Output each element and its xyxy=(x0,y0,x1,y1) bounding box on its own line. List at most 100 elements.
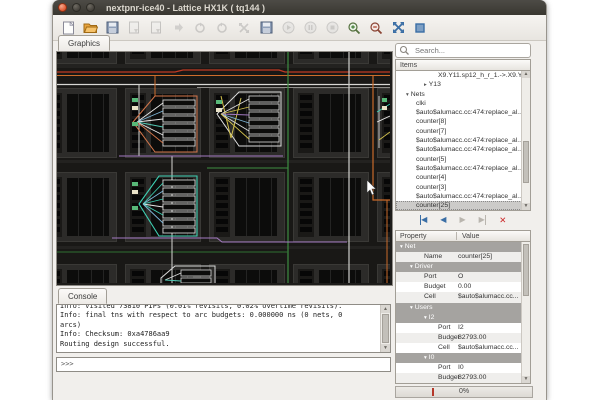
items-panel-header: Items xyxy=(395,59,531,71)
scroll-up-icon[interactable]: ▲ xyxy=(381,305,390,313)
export-image-button[interactable] xyxy=(148,20,164,36)
save-routing-button[interactable] xyxy=(258,20,274,36)
column-divider[interactable] xyxy=(456,232,457,240)
fpga-canvas[interactable] xyxy=(56,51,393,286)
property-group-row[interactable]: ▾I0 xyxy=(396,353,530,363)
chevron-down-icon[interactable]: ▾ xyxy=(406,92,409,98)
title-bar[interactable]: nextpnr-ice40 - Lattice HX1K ( tq144 ) xyxy=(53,0,546,15)
chevron-right-icon[interactable]: ▸ xyxy=(424,82,427,88)
zoom-selection-button[interactable] xyxy=(412,20,428,36)
property-row[interactable]: Budget82793.00 xyxy=(396,373,530,383)
window-title: nextpnr-ice40 - Lattice HX1K ( tq144 ) xyxy=(106,3,265,13)
property-table: ▾Net Namecounter[25] ▾Driver PortO Budge… xyxy=(395,242,531,384)
progress-label: 0% xyxy=(396,387,532,397)
chevron-down-icon[interactable]: ▾ xyxy=(424,315,427,321)
next-button[interactable]: ▶ xyxy=(459,215,465,225)
scroll-thumb[interactable] xyxy=(523,244,529,296)
property-row[interactable]: PortI2 xyxy=(396,323,530,333)
zoom-in-button[interactable] xyxy=(346,20,362,36)
search-box[interactable] xyxy=(395,43,531,58)
property-row[interactable]: PortI0 xyxy=(396,363,530,373)
play-button[interactable] xyxy=(280,20,296,36)
property-row[interactable]: Cell$auto$alumacc.cc... xyxy=(396,292,530,302)
search-input[interactable] xyxy=(413,45,527,56)
scroll-down-icon[interactable]: ▼ xyxy=(381,344,390,352)
app-window: nextpnr-ice40 - Lattice HX1K ( tq144 ) xyxy=(52,0,547,400)
property-row[interactable]: PortO xyxy=(396,272,530,282)
property-group-row[interactable]: ▾I2 xyxy=(396,313,530,323)
tab-console-label: Console xyxy=(68,292,97,301)
chevron-down-icon[interactable]: ▾ xyxy=(400,244,403,250)
items-scrollbar[interactable]: ▲ ▼ xyxy=(521,71,530,210)
property-row[interactable]: Budget82793.00 xyxy=(396,333,530,343)
tree-item[interactable]: counter[8] xyxy=(396,117,530,126)
property-column-label: Property xyxy=(396,233,426,240)
property-group-row[interactable]: ▾Net xyxy=(396,242,530,252)
save-button[interactable] xyxy=(104,20,120,36)
property-row[interactable]: Namecounter[25] xyxy=(396,252,530,262)
property-row[interactable]: Cell$auto$alumacc.cc... xyxy=(396,343,530,353)
tab-graphics-label: Graphics xyxy=(68,39,100,48)
tree-item[interactable]: $auto$alumacc.cc:474:replace_al... xyxy=(396,145,530,154)
tree-item[interactable]: counter[7] xyxy=(396,127,530,136)
scroll-down-icon[interactable]: ▼ xyxy=(522,203,530,210)
chevron-down-icon[interactable]: ▾ xyxy=(410,264,413,270)
chevron-down-icon[interactable]: ▾ xyxy=(410,305,413,311)
tab-graphics[interactable]: Graphics xyxy=(58,35,110,51)
property-scrollbar[interactable]: ▼ xyxy=(521,242,530,383)
tree-item[interactable]: $auto$alumacc.cc:474:replace_al... xyxy=(396,164,530,173)
maximize-button[interactable] xyxy=(86,3,95,12)
tree-item-selected[interactable]: counter[25] xyxy=(396,201,530,210)
expand-icon[interactable] xyxy=(236,20,252,36)
console-line: Routing design successful. xyxy=(60,340,378,349)
property-group-row[interactable]: ▾Users xyxy=(396,303,530,313)
tree-item[interactable]: counter[3] xyxy=(396,183,530,192)
forward-icon[interactable] xyxy=(170,20,186,36)
tree-item[interactable]: X9.Y11.sp12_h_r_1.->.X9.Y... xyxy=(396,71,530,80)
new-button[interactable] xyxy=(60,20,76,36)
fpga-fabric-view xyxy=(57,52,390,283)
minimize-button[interactable] xyxy=(72,3,81,12)
rotate-left-icon[interactable] xyxy=(192,20,208,36)
property-group-row[interactable]: ▾Driver xyxy=(396,262,530,272)
pause-button[interactable] xyxy=(302,20,318,36)
open-button[interactable] xyxy=(82,20,98,36)
console-line: arcs) xyxy=(60,321,378,330)
close-button[interactable] xyxy=(58,3,67,12)
items-tree: X9.Y11.sp12_h_r_1.->.X9.Y... ▸Y13 ▾Nets … xyxy=(395,71,531,211)
tree-item[interactable]: $auto$alumacc.cc:474:replace_al... xyxy=(396,192,530,201)
tree-item[interactable]: counter[4] xyxy=(396,173,530,182)
stop-button[interactable] xyxy=(324,20,340,36)
scroll-up-icon[interactable]: ▲ xyxy=(522,71,530,78)
scroll-down-icon[interactable]: ▼ xyxy=(522,376,530,383)
tab-console[interactable]: Console xyxy=(58,288,107,304)
clear-selection-button[interactable]: ✕ xyxy=(499,215,506,225)
console-line: Info: Visited 73810 PIPs (0.01% revisits… xyxy=(60,304,378,311)
property-row[interactable]: Budget0.00 xyxy=(396,282,530,292)
property-table-header: Property Value xyxy=(395,230,531,242)
zoom-out-button[interactable] xyxy=(368,20,384,36)
tree-item[interactable]: $auto$alumacc.cc:474:replace_al... xyxy=(396,108,530,117)
tree-item[interactable]: $auto$alumacc.cc:474:replace_al... xyxy=(396,136,530,145)
tree-item[interactable]: counter[5] xyxy=(396,155,530,164)
console-prompt: >>> xyxy=(61,360,74,368)
tree-item[interactable]: ▸Y13 xyxy=(396,80,530,89)
search-icon xyxy=(399,45,411,56)
console-input[interactable]: >>> xyxy=(56,357,391,372)
value-column-label: Value xyxy=(462,231,479,242)
console-scrollbar[interactable]: ▲ ▼ xyxy=(380,305,390,352)
scroll-thumb[interactable] xyxy=(523,141,529,183)
previous-button[interactable]: ◀ xyxy=(440,215,446,225)
zoom-fit-button[interactable] xyxy=(390,20,406,36)
rotate-right-icon[interactable] xyxy=(214,20,230,36)
first-button[interactable]: ◀ xyxy=(420,215,428,225)
tree-item[interactable]: ▾Nets xyxy=(396,90,530,99)
export-pdf-button[interactable] xyxy=(126,20,142,36)
chevron-down-icon[interactable]: ▾ xyxy=(424,355,427,361)
selection-nav: ◀ ◀ ▶ ▶ ✕ xyxy=(395,213,531,227)
tree-item[interactable]: clki xyxy=(396,99,530,108)
console-line: Info: Checksum: 0xa4786aa9 xyxy=(60,330,378,339)
console-output: Info: Visited 73810 PIPs (0.01% revisits… xyxy=(56,304,391,353)
scroll-thumb[interactable] xyxy=(382,314,389,343)
last-button[interactable]: ▶ xyxy=(479,215,487,225)
